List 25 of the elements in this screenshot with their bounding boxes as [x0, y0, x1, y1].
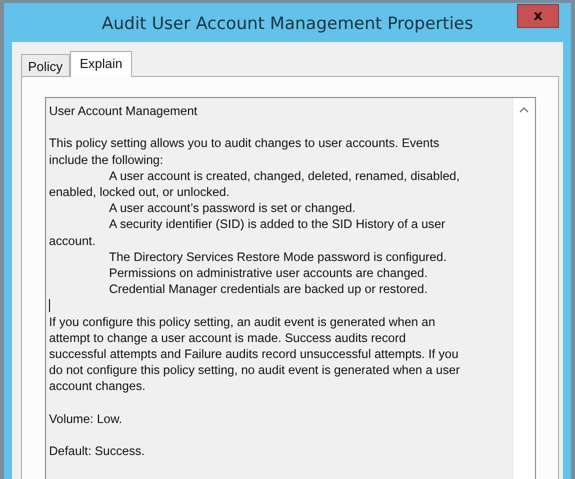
explain-text-line: account changes. — [49, 378, 146, 395]
explain-text-line: attempt to change a user account is made. Success audits record — [49, 330, 406, 346]
explain-text-line: do not configure this policy setting, no audit event is generated when a user — [49, 362, 460, 378]
scroll-up-icon[interactable] — [519, 106, 529, 113]
text-caret — [49, 299, 50, 312]
explain-text-line: A user account is created, changed, deleted, renamed, disabled, — [108, 168, 460, 184]
window-title: Audit User Account Management Properties — [102, 14, 474, 34]
explain-text-line: Credential Manager credentials are backed up or restored. — [108, 281, 428, 298]
close-button[interactable]: x — [517, 4, 559, 28]
explain-text-line: User Account Management — [49, 103, 198, 120]
explain-text-line: enabled, locked out, or unlocked. — [49, 184, 230, 200]
explain-text-line: A user account’s password is set or changed. — [108, 200, 356, 216]
scrollbar[interactable] — [512, 98, 535, 479]
explain-text-line: account. — [49, 232, 96, 249]
explain-text-line: Volume: Low. — [49, 410, 122, 428]
explain-text-line: This policy setting allows you to audit changes to user accounts. Events — [49, 135, 440, 152]
explain-text-line: Default: Success. — [49, 443, 145, 460]
explain-text-line: A security identifier (SID) is added to the SID History of a user — [108, 216, 446, 233]
explain-text-line: The Directory Services Restore Mode password is configured. — [108, 248, 447, 266]
tab[interactable]: Policy — [21, 54, 70, 76]
explain-text-line: If you configure this policy setting, an audit event is generated when an — [49, 314, 436, 330]
explain-text-line: include the following: — [49, 152, 164, 168]
explain-text-line: successful attempts and Failure audits record unsuccessful attempts. If you — [49, 346, 458, 362]
tab[interactable]: Explain — [70, 51, 132, 77]
explain-text-line: Permissions on administrative user accounts are changed. — [108, 265, 428, 282]
